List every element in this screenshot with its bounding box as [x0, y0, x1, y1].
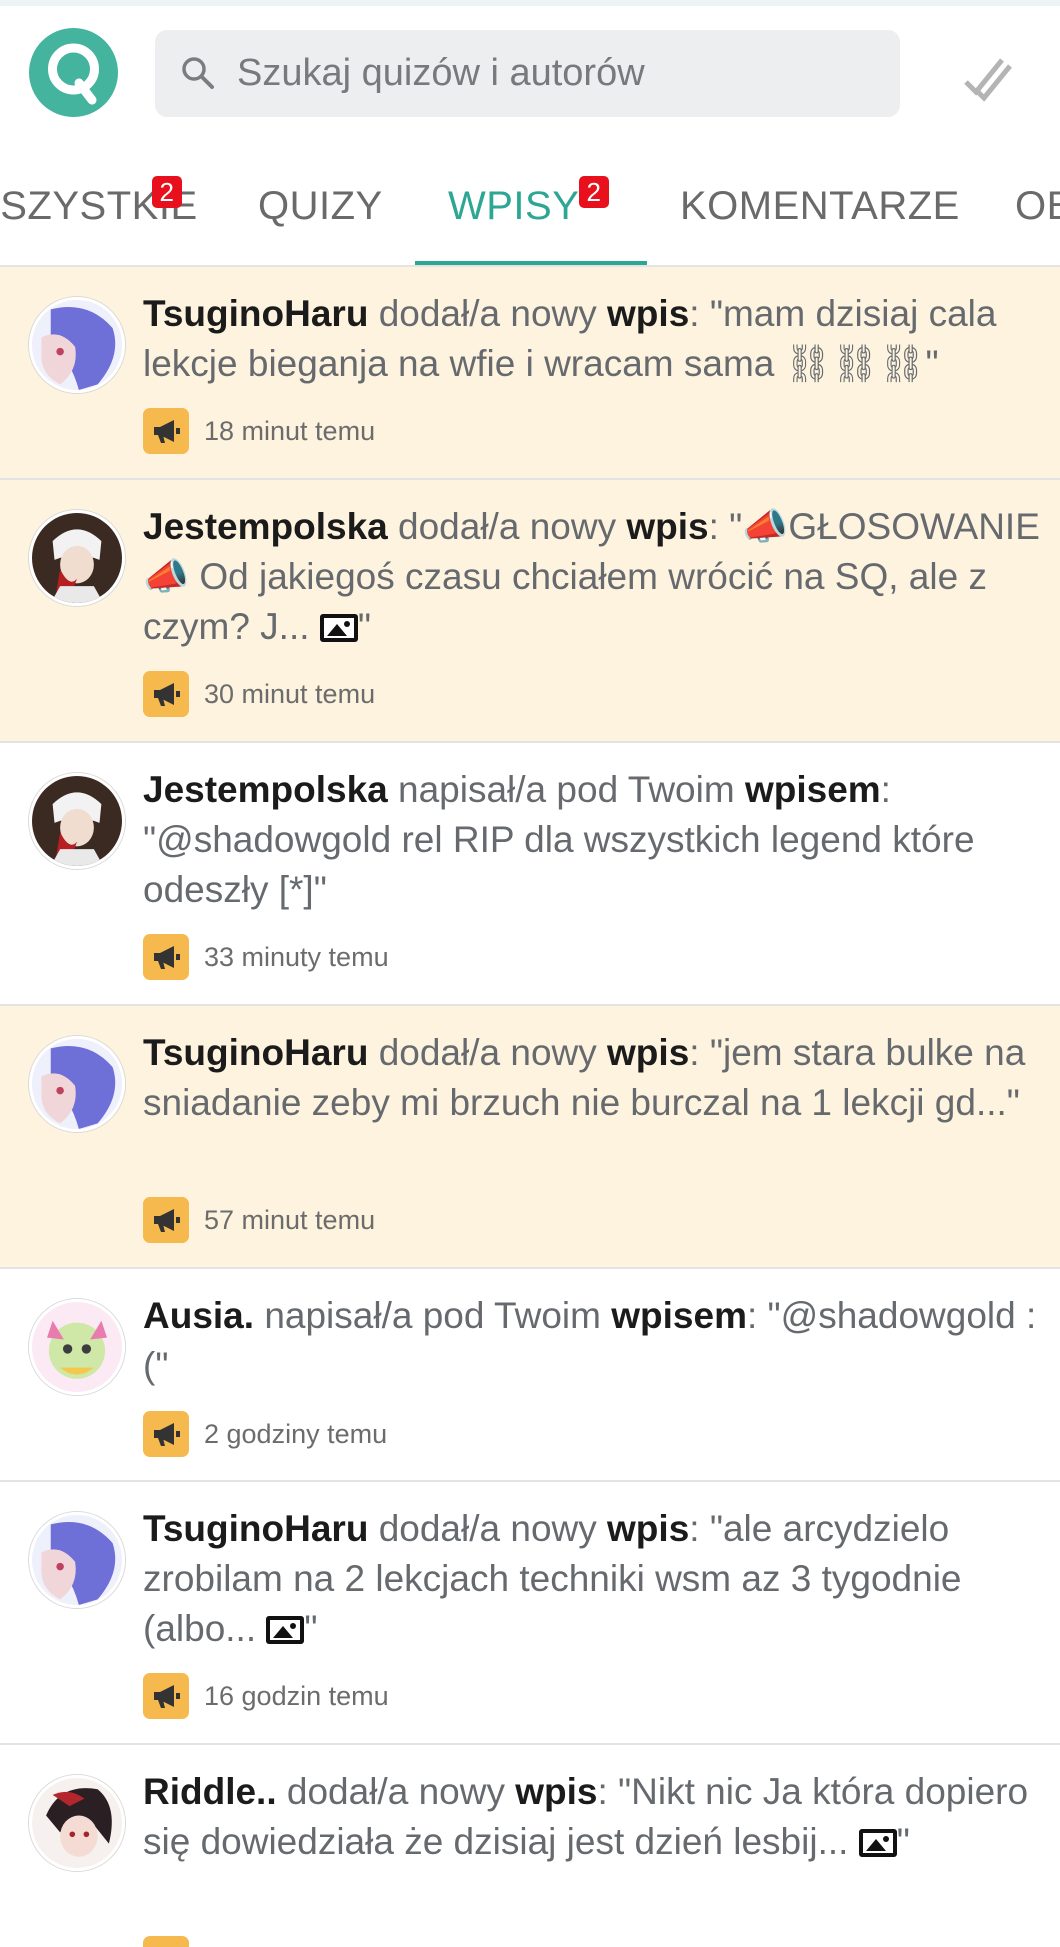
avatar[interactable] [29, 1512, 125, 1608]
app-logo[interactable] [29, 28, 118, 117]
search-icon [182, 57, 214, 89]
notification-item[interactable]: Jestempolska napisał/a pod Twoim wpisem:… [0, 743, 1060, 1006]
tab-label: WSZYSTKIE [0, 184, 198, 228]
megaphone-icon [143, 1411, 189, 1457]
object-type: wpis [607, 1032, 690, 1073]
notification-text: TsuginoHaru dodał/a nowy wpis: "jem star… [143, 1028, 1040, 1128]
object-type: wpis [607, 1508, 690, 1549]
image-attachment-icon [266, 1616, 305, 1644]
notification-meta: 33 minuty temu [143, 934, 389, 980]
notification-item[interactable]: Jestempolska dodał/a nowy wpis: "📣GŁOSOW… [0, 480, 1060, 743]
notification-meta: 2 godziny temu [143, 1411, 387, 1457]
notification-meta: 30 minut temu [143, 671, 375, 717]
avatar[interactable] [29, 1036, 125, 1132]
object-type: wpis [626, 506, 709, 547]
avatar[interactable] [29, 510, 125, 606]
quiz-logo-icon [48, 43, 99, 105]
avatar-image [32, 1039, 122, 1129]
avatar[interactable] [29, 1775, 125, 1871]
action-text: dodał/a nowy [387, 506, 627, 547]
notification-tabs: WSZYSTKIE 2 QUIZY WPISY 2 KOMENTARZE OBS… [0, 114, 1060, 267]
app-header [0, 6, 1060, 117]
unread-badge: 2 [579, 176, 609, 208]
object-type: wpisem [744, 769, 881, 810]
notification-text: TsuginoHaru dodał/a nowy wpis: "mam dzis… [143, 289, 1040, 389]
image-attachment-icon [319, 614, 358, 642]
avatar-image [32, 776, 122, 866]
tab-label: WPISY [448, 184, 580, 228]
tab-comments[interactable]: KOMENTARZE [680, 114, 960, 265]
tab-all[interactable]: WSZYSTKIE 2 [0, 114, 198, 265]
tab-label: QUIZY [258, 184, 383, 228]
timestamp: 57 minut temu [204, 1204, 376, 1235]
notification-text: Jestempolska dodał/a nowy wpis: "📣GŁOSOW… [143, 502, 1040, 652]
avatar[interactable] [29, 297, 125, 393]
post-excerpt-end: " [896, 1821, 910, 1862]
megaphone-icon [143, 408, 189, 454]
author-name[interactable]: Riddle.. [143, 1771, 277, 1812]
author-name[interactable]: Jestempolska [143, 506, 388, 547]
unread-badge: 2 [152, 176, 182, 208]
author-name[interactable]: TsuginoHaru [143, 1508, 368, 1549]
notification-text: Jestempolska napisał/a pod Twoim wpisem:… [143, 765, 1040, 915]
notification-text: Ausia. napisał/a pod Twoim wpisem: "@sha… [143, 1291, 1040, 1391]
timestamp: 33 minuty temu [204, 941, 389, 972]
author-name[interactable]: Jestempolska [143, 769, 388, 810]
timestamp: 16 godzin temu [204, 1680, 389, 1711]
avatar-image [32, 300, 122, 390]
avatar[interactable] [29, 773, 125, 869]
action-text: napisał/a pod Twoim [387, 769, 745, 810]
search-bar[interactable] [155, 30, 900, 117]
author-name[interactable]: TsuginoHaru [143, 293, 368, 334]
avatar-image [32, 1302, 122, 1392]
megaphone-icon [143, 1936, 189, 1947]
notification-item[interactable]: Riddle.. dodał/a nowy wpis: "Nikt nic Ja… [0, 1745, 1060, 1947]
megaphone-icon [143, 1197, 189, 1243]
notification-text: TsuginoHaru dodał/a nowy wpis: "ale arcy… [143, 1504, 1040, 1654]
object-type: wpisem [611, 1295, 747, 1336]
notification-meta: 57 minut temu [143, 1197, 375, 1243]
timestamp: 18 minut temu [204, 415, 376, 446]
action-text: dodał/a nowy [368, 1032, 608, 1073]
action-text: dodał/a nowy [368, 1508, 608, 1549]
action-text: dodał/a nowy [368, 293, 608, 334]
action-text: dodał/a nowy [276, 1771, 516, 1812]
author-name[interactable]: Ausia. [143, 1295, 254, 1336]
tab-followers[interactable]: OBSERWUJĄCY [1015, 114, 1060, 265]
notification-item[interactable]: TsuginoHaru dodał/a nowy wpis: "mam dzis… [0, 267, 1060, 480]
timestamp: 2 godziny temu [204, 1418, 388, 1449]
avatar[interactable] [29, 1299, 125, 1395]
notification-meta: 16 godzin temu [143, 1673, 389, 1719]
post-excerpt-end: " [304, 1608, 318, 1649]
object-type: wpis [515, 1771, 598, 1812]
search-input[interactable] [237, 30, 877, 117]
avatar-image [32, 513, 122, 603]
tab-quizzes[interactable]: QUIZY [258, 114, 383, 265]
notification-item[interactable]: TsuginoHaru dodał/a nowy wpis: "ale arcy… [0, 1482, 1060, 1745]
notification-item[interactable]: TsuginoHaru dodał/a nowy wpis: "jem star… [0, 1006, 1060, 1269]
notification-text: Riddle.. dodał/a nowy wpis: "Nikt nic Ja… [143, 1767, 1040, 1867]
tab-posts[interactable]: WPISY 2 [448, 114, 609, 265]
notification-meta: 18 minut temu [143, 408, 375, 454]
notification-feed: TsuginoHaru dodał/a nowy wpis: "mam dzis… [0, 267, 1060, 1947]
megaphone-icon [143, 1673, 189, 1719]
avatar-image [32, 1515, 122, 1605]
object-type: wpis [607, 293, 690, 334]
post-excerpt-end: " [357, 606, 371, 647]
tab-label: OBSERWUJĄCY [1015, 184, 1060, 228]
author-name[interactable]: TsuginoHaru [143, 1032, 368, 1073]
tab-label: KOMENTARZE [680, 184, 960, 228]
timestamp: 30 minut temu [204, 678, 376, 709]
notification-item[interactable]: Ausia. napisał/a pod Twoim wpisem: "@sha… [0, 1269, 1060, 1482]
action-text: napisał/a pod Twoim [254, 1295, 612, 1336]
avatar-image [32, 1778, 122, 1868]
image-attachment-icon [858, 1829, 897, 1857]
megaphone-icon [143, 934, 189, 980]
megaphone-icon [143, 671, 189, 717]
notification-meta [143, 1936, 204, 1947]
mark-all-read-icon[interactable] [962, 52, 1014, 104]
